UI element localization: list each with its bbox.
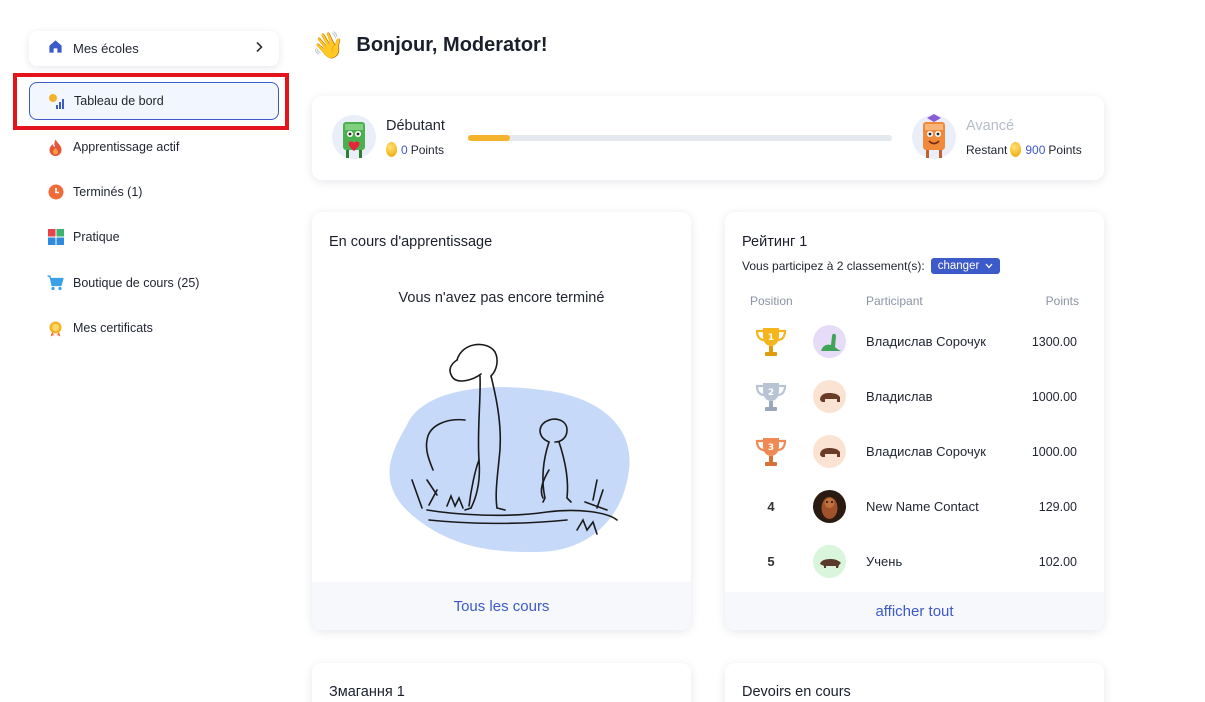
participant-name: Владислав Сорочук <box>866 334 986 349</box>
participant-name: Учень <box>866 554 903 569</box>
avatar <box>813 490 846 523</box>
participant-points: 1000.00 <box>1031 389 1077 404</box>
current-points-value: 0 <box>401 142 408 157</box>
table-row: 4 New Name Contact 129.00 <box>725 479 1104 534</box>
clock-icon <box>47 184 64 201</box>
avatar <box>813 380 846 413</box>
home-icon <box>48 39 63 59</box>
all-courses-link[interactable]: Tous les cours <box>312 582 691 630</box>
level-progress-bar <box>468 135 892 141</box>
avatar <box>813 325 846 358</box>
sidebar-item-label: Tableau de bord <box>74 94 164 108</box>
coin-icon <box>1010 142 1022 157</box>
sidebar-item-practice[interactable]: Pratique <box>29 218 279 256</box>
card-title: Devoirs en cours <box>742 684 851 700</box>
participant-name: New Name Contact <box>866 499 979 514</box>
chevron-right-icon <box>253 40 265 57</box>
current-level-name: Débutant <box>386 118 445 134</box>
table-row: 5 Учень 102.00 <box>725 534 1104 589</box>
sidebar-item-certificates[interactable]: Mes certificats <box>29 309 279 347</box>
empty-state-message: Vous n'avez pas encore terminé <box>398 290 605 306</box>
participation-text: Vous participez à 2 classement(s): <box>742 259 925 273</box>
sidebar-item-label: Pratique <box>73 230 120 244</box>
silver-trophy-icon: 2 <box>751 369 791 424</box>
bronze-trophy-icon: 3 <box>751 424 791 479</box>
participant-name: Владислав <box>866 389 933 404</box>
schools-button[interactable]: Mes écoles <box>29 31 279 66</box>
rating-card: Рейтинг 1 Vous participez à 2 classement… <box>725 212 1104 630</box>
sidebar-item-label: Boutique de cours (25) <box>73 276 200 290</box>
participation-info: Vous participez à 2 classement(s): chang… <box>742 258 1000 274</box>
dashboard-chart-icon <box>48 93 65 110</box>
participant-name: Владислав Сорочук <box>866 444 986 459</box>
table-row: 2 Владислав 1000.00 <box>725 369 1104 424</box>
sidebar-item-dashboard[interactable]: Tableau de bord <box>29 82 279 120</box>
avatar <box>813 545 846 578</box>
chevron-down-icon <box>985 260 993 272</box>
card-title: Рейтинг 1 <box>742 234 808 250</box>
column-header-position: Position <box>750 294 793 308</box>
beginner-book-mascot-icon <box>332 113 376 163</box>
level-progress-card: Débutant 0 Points Avancé Restant 900 Poi… <box>312 96 1104 180</box>
sidebar-item-label: Mes certificats <box>73 321 153 335</box>
change-ranking-button[interactable]: changer <box>930 258 1000 274</box>
medal-icon <box>47 320 64 337</box>
change-button-label: changer <box>937 260 980 272</box>
sidebar-item-label: Apprentissage actif <box>73 140 180 154</box>
sidebar-item-active-learning[interactable]: Apprentissage actif <box>29 128 279 166</box>
page-title: Bonjour, Moderator! <box>356 34 548 56</box>
competition-card: Змагання 1 <box>312 663 691 702</box>
advanced-book-mascot-icon <box>912 113 956 163</box>
show-all-link[interactable]: afficher tout <box>725 592 1104 630</box>
grid-icon <box>47 229 64 246</box>
remaining-points-value: 900 <box>1025 142 1046 157</box>
table-row: 3 Владислав Сорочук 1000.00 <box>725 424 1104 479</box>
participant-points: 129.00 <box>1038 499 1077 514</box>
cart-icon <box>47 275 64 292</box>
participant-points: 1300.00 <box>1031 334 1077 349</box>
svg-text:3: 3 <box>768 443 774 453</box>
svg-text:1: 1 <box>768 333 774 343</box>
remaining-points: Restant 900 Points <box>966 142 1082 157</box>
learning-in-progress-card: En cours d'apprentissage Vous n'avez pas… <box>312 212 691 630</box>
schools-label: Mes écoles <box>73 41 139 56</box>
homework-card: Devoirs en cours <box>725 663 1104 702</box>
card-title: Змагання 1 <box>329 684 405 700</box>
position-number: 4 <box>767 499 775 514</box>
current-level-points: 0 Points <box>386 142 444 157</box>
next-level-name: Avancé <box>966 118 1015 134</box>
greeting: 👋 Bonjour, Moderator! <box>312 30 547 61</box>
waving-hand-icon: 👋 <box>312 30 345 60</box>
column-header-points: Points <box>1045 294 1079 308</box>
level-progress-fill <box>468 135 511 141</box>
coin-icon <box>386 142 397 157</box>
remaining-label: Restant <box>966 142 1008 157</box>
sidebar-item-course-shop[interactable]: Boutique de cours (25) <box>29 264 279 302</box>
meerkats-illustration <box>367 330 637 560</box>
points-word: Points <box>1048 142 1082 157</box>
participant-points: 1000.00 <box>1031 444 1077 459</box>
column-header-participant: Participant <box>866 294 923 308</box>
participant-points: 102.00 <box>1038 554 1077 569</box>
svg-text:2: 2 <box>768 388 774 398</box>
sidebar-item-label: Terminés (1) <box>73 185 143 199</box>
fire-icon <box>47 139 64 156</box>
table-row: 1 Владислав Сорочук 1300.00 <box>725 314 1104 369</box>
gold-trophy-icon: 1 <box>751 314 791 369</box>
card-title: En cours d'apprentissage <box>329 234 493 250</box>
sidebar-item-completed[interactable]: Terminés (1) <box>29 173 279 211</box>
position-number: 5 <box>767 554 775 569</box>
avatar <box>813 435 846 468</box>
points-word: Points <box>410 142 445 157</box>
